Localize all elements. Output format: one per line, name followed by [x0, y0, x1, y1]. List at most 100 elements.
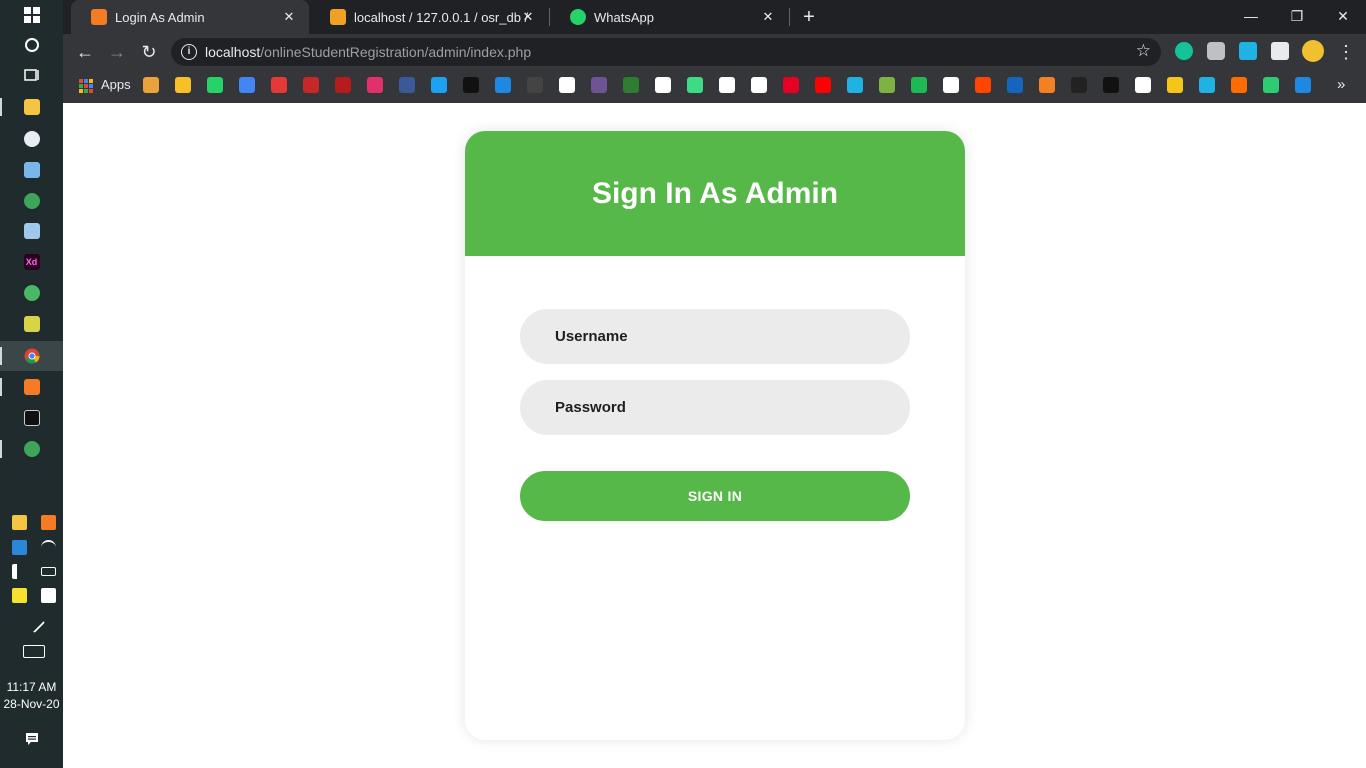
- bookmark-favicon-icon[interactable]: [1103, 77, 1119, 93]
- search-button[interactable]: [0, 30, 63, 60]
- bookmark-favicon-icon[interactable]: [879, 77, 895, 93]
- sign-in-button[interactable]: SIGN IN: [520, 471, 910, 521]
- bookmark-favicon-icon[interactable]: [271, 77, 287, 93]
- bookmark-favicon-icon[interactable]: [175, 77, 191, 93]
- password-input[interactable]: [520, 380, 910, 435]
- restore-button[interactable]: ❐: [1274, 0, 1320, 32]
- xampp-icon: [23, 379, 40, 395]
- apps-grid-icon[interactable]: [79, 79, 93, 93]
- chrome-menu-icon[interactable]: ⋮: [1337, 40, 1355, 64]
- extensions-puzzle-icon[interactable]: [1271, 42, 1289, 60]
- bookmark-favicon-icon[interactable]: [783, 77, 799, 93]
- bookmark-favicon-icon[interactable]: [1199, 77, 1215, 93]
- security-icon[interactable]: [41, 587, 56, 603]
- tray-xampp-icon[interactable]: [41, 514, 56, 530]
- tray-app-icon[interactable]: [12, 539, 27, 555]
- bookmark-favicon-icon[interactable]: [367, 77, 383, 93]
- tray-app-icon[interactable]: [12, 514, 27, 530]
- tab-whatsapp[interactable]: WhatsApp ✕: [550, 0, 788, 34]
- bookmark-favicon-icon[interactable]: [303, 77, 319, 93]
- bookmark-favicon-icon[interactable]: [591, 77, 607, 93]
- profile-avatar[interactable]: [1302, 40, 1324, 62]
- task-view-button[interactable]: [0, 60, 63, 90]
- bookmark-favicon-icon[interactable]: [527, 77, 543, 93]
- bookmark-favicon-icon[interactable]: [751, 77, 767, 93]
- taskbar-chrome[interactable]: [0, 341, 63, 371]
- wifi-icon[interactable]: [41, 539, 56, 555]
- pen-icon[interactable]: [23, 611, 45, 633]
- bookmark-favicon-icon[interactable]: [1263, 77, 1279, 93]
- bookmark-favicon-icon[interactable]: [1231, 77, 1247, 93]
- volume-icon[interactable]: [12, 563, 27, 579]
- taskbar-cmd[interactable]: [0, 403, 63, 433]
- camera-extension-icon[interactable]: [1207, 42, 1225, 60]
- taskbar-paint[interactable]: [0, 124, 63, 154]
- tray-notes-icon[interactable]: [12, 587, 27, 603]
- site-info-icon[interactable]: i: [181, 44, 197, 60]
- username-input[interactable]: [520, 309, 910, 364]
- bookmark-favicon-icon[interactable]: [1071, 77, 1087, 93]
- bookmark-favicon-icon[interactable]: [207, 77, 223, 93]
- bookmark-favicon-icon[interactable]: [687, 77, 703, 93]
- bookmark-favicon-icon[interactable]: [943, 77, 959, 93]
- bookmark-star-icon[interactable]: ☆: [1136, 41, 1151, 61]
- extension-n-icon[interactable]: [1239, 42, 1257, 60]
- minimize-button[interactable]: —: [1228, 0, 1274, 32]
- tray-row-3: [12, 562, 56, 580]
- bookmark-favicon-icon[interactable]: [719, 77, 735, 93]
- taskbar-app-green[interactable]: [0, 186, 63, 216]
- clock-time[interactable]: 11:17 AM: [0, 680, 63, 694]
- photos-icon: [23, 162, 40, 178]
- bookmark-favicon-icon[interactable]: [1135, 77, 1151, 93]
- battery-icon[interactable]: [41, 566, 56, 576]
- bookmark-favicon-icon[interactable]: [1295, 77, 1311, 93]
- reload-button[interactable]: ↻: [137, 40, 161, 64]
- bookmark-favicon-icon[interactable]: [463, 77, 479, 93]
- tab-login-as-admin[interactable]: Login As Admin ✕: [71, 0, 309, 34]
- more-bookmarks-icon[interactable]: »: [1337, 76, 1345, 93]
- bookmark-favicon-icon[interactable]: [399, 77, 415, 93]
- bookmark-favicon-icon[interactable]: [975, 77, 991, 93]
- address-bar[interactable]: i localhost/onlineStudentRegistration/ad…: [171, 38, 1161, 66]
- bookmark-favicon-icon[interactable]: [431, 77, 447, 93]
- close-tab-icon[interactable]: ✕: [760, 9, 776, 25]
- bookmark-favicon-icon[interactable]: [911, 77, 927, 93]
- bookmark-favicon-icon[interactable]: [335, 77, 351, 93]
- close-tab-icon[interactable]: ✕: [281, 9, 297, 25]
- keyboard-icon[interactable]: [23, 644, 45, 658]
- tab-title: WhatsApp: [594, 9, 654, 25]
- action-center-button[interactable]: [0, 724, 63, 754]
- taskbar-photos[interactable]: [0, 155, 63, 185]
- taskbar-xampp[interactable]: [0, 372, 63, 402]
- taskbar-notepad[interactable]: [0, 216, 63, 246]
- new-tab-button[interactable]: +: [798, 7, 820, 29]
- bookmark-favicon-icon[interactable]: [1167, 77, 1183, 93]
- tab-phpmyadmin[interactable]: localhost / 127.0.0.1 / osr_db / ad ✕: [310, 0, 548, 34]
- apps-label[interactable]: Apps: [101, 77, 131, 92]
- clock-date[interactable]: 28-Nov-20: [0, 697, 63, 711]
- login-title: Sign In As Admin: [591, 176, 839, 210]
- bookmark-favicon-icon[interactable]: [1039, 77, 1055, 93]
- bookmark-favicon-icon[interactable]: [815, 77, 831, 93]
- bookmark-favicon-icon[interactable]: [239, 77, 255, 93]
- bookmark-favicon-icon[interactable]: [847, 77, 863, 93]
- grammarly-icon[interactable]: [1175, 42, 1193, 60]
- taskbar-file-explorer[interactable]: [0, 92, 63, 122]
- bookmark-favicon-icon[interactable]: [1007, 77, 1023, 93]
- close-window-button[interactable]: ✕: [1320, 0, 1366, 32]
- taskbar-adobe-xd[interactable]: Xd: [0, 247, 63, 277]
- forward-button[interactable]: →: [105, 40, 129, 64]
- url-text[interactable]: localhost/onlineStudentRegistration/admi…: [205, 44, 531, 60]
- taskbar-app-green-2[interactable]: [0, 434, 63, 464]
- start-button[interactable]: [0, 0, 63, 30]
- bookmark-favicon-icon[interactable]: [495, 77, 511, 93]
- taskbar-sticky-notes[interactable]: [0, 309, 63, 339]
- bookmark-favicon-icon[interactable]: [623, 77, 639, 93]
- taskbar-atom[interactable]: [0, 278, 63, 308]
- bookmark-favicon-icon[interactable]: [143, 77, 159, 93]
- tray-row-6: [12, 642, 56, 660]
- back-button[interactable]: ←: [73, 40, 97, 64]
- close-tab-icon[interactable]: ✕: [520, 9, 536, 25]
- bookmark-favicon-icon[interactable]: [655, 77, 671, 93]
- bookmark-favicon-icon[interactable]: [559, 77, 575, 93]
